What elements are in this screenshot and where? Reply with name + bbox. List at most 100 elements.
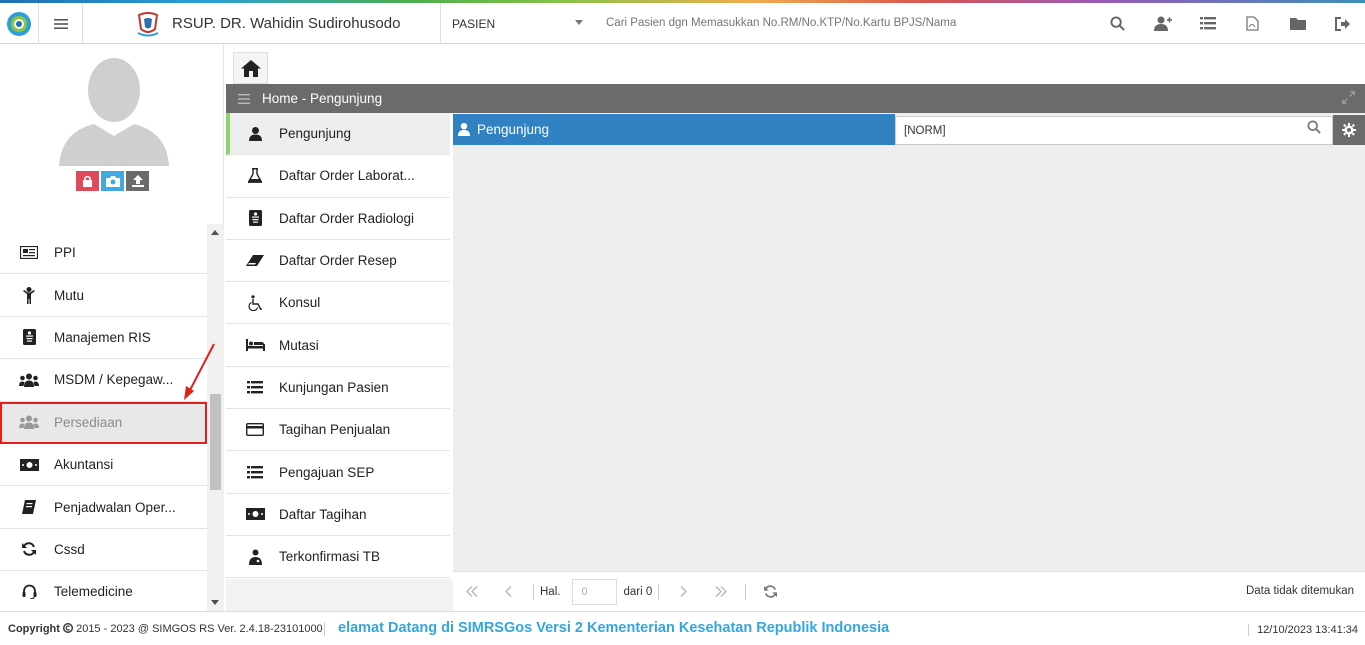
copyright-label: Copyright <box>8 622 60 635</box>
users-icon <box>19 413 39 431</box>
norm-search-input[interactable] <box>895 116 1333 145</box>
menu-toggle-button[interactable] <box>39 3 83 44</box>
lock-icon <box>83 175 92 187</box>
panel-title: Pengunjung <box>477 122 550 137</box>
breadcrumb: Home - Pengunjung <box>226 84 1365 113</box>
page-label: Hal. <box>540 585 561 598</box>
patient-search-input[interactable] <box>606 3 1096 44</box>
sidebar-item-label: Mutu <box>54 287 85 303</box>
sidebar-item-cssd[interactable]: Cssd <box>0 529 207 572</box>
logout-icon <box>1334 16 1350 31</box>
copyright: Copyright 2015 - 2023 @ SIMGOS RS Ver. 2… <box>0 622 323 635</box>
sidebar-item-label: Manajemen RIS <box>54 329 151 345</box>
sidebar-item-ppi[interactable]: PPI <box>0 232 207 275</box>
list-icon <box>245 378 265 396</box>
next-page-button[interactable] <box>665 586 702 597</box>
submenu-item-pengajuan-sep[interactable]: Pengajuan SEP <box>226 451 450 494</box>
app-footer: Copyright 2015 - 2023 @ SIMGOS RS Ver. 2… <box>0 611 1365 645</box>
sidebar-item-telemedicine[interactable]: Telemedicine <box>0 571 207 611</box>
app-logo[interactable] <box>0 3 39 44</box>
sidebar-item-mutu[interactable]: Mutu <box>0 274 207 317</box>
upload-avatar-button[interactable] <box>126 171 149 191</box>
sidebar-item-label: MSDM / Kepegaw... <box>54 372 174 388</box>
norm-search-button[interactable] <box>1307 120 1321 137</box>
logout-button[interactable] <box>1320 3 1365 44</box>
camera-avatar-button[interactable] <box>101 171 124 191</box>
folder-button[interactable] <box>1275 3 1320 44</box>
submenu-item-daftar-tagihan[interactable]: Daftar Tagihan <box>226 494 450 536</box>
simgos-logo-icon <box>7 11 31 36</box>
submenu-item-label: Mutasi <box>279 337 319 353</box>
hospital-name: RSUP. DR. Wahidin Sudirohusodo <box>172 15 401 32</box>
footer-separator <box>324 622 325 636</box>
user-icon <box>458 123 470 136</box>
list-icon <box>245 463 265 481</box>
refresh-icon <box>19 540 39 558</box>
first-page-button[interactable] <box>453 586 490 597</box>
expand-button[interactable] <box>1342 91 1355 107</box>
submenu-toggle-button[interactable] <box>226 93 262 104</box>
pengunjung-submenu: Pengunjung Daftar Order Laborat... Dafta… <box>226 113 450 579</box>
submenu-item-terkonfirmasi-tb[interactable]: Terkonfirmasi TB <box>226 536 450 579</box>
search-icon <box>1307 120 1321 134</box>
submenu-item-label: Pengajuan SEP <box>279 464 375 480</box>
scroll-down-icon[interactable] <box>211 600 219 605</box>
submenu-item-konsul[interactable]: Konsul <box>226 282 450 325</box>
pdf-icon <box>1246 16 1259 31</box>
chevron-right-icon <box>680 586 688 597</box>
refresh-icon <box>764 585 778 598</box>
list-button[interactable] <box>1185 3 1230 44</box>
submenu-item-mutasi[interactable]: Mutasi <box>226 324 450 367</box>
copyright-icon <box>63 622 74 633</box>
submenu-item-label: Konsul <box>279 295 321 311</box>
search-button[interactable] <box>1095 3 1140 44</box>
app-header: RSUP. DR. Wahidin Sudirohusodo PASIEN <box>0 3 1365 44</box>
sidebar-item-msdm[interactable]: MSDM / Kepegaw... <box>0 359 207 402</box>
pager-separator <box>658 583 660 600</box>
page-number-input[interactable] <box>572 578 618 605</box>
submenu-item-pengunjung[interactable]: Pengunjung <box>226 113 450 156</box>
search-icon <box>1110 16 1125 31</box>
scrollbar-thumb[interactable] <box>210 394 221 490</box>
upload-icon <box>131 175 144 187</box>
hamburger-icon <box>53 18 68 29</box>
settings-button[interactable] <box>1333 115 1365 145</box>
sidebar-scrollbar[interactable] <box>207 224 224 611</box>
copyright-text: 2015 - 2023 @ SIMGOS RS Ver. 2.4.18-2310… <box>76 622 323 635</box>
newspaper-icon <box>19 244 39 262</box>
submenu-item-kunjungan-pasien[interactable]: Kunjungan Pasien <box>226 367 450 410</box>
hospital-brand: RSUP. DR. Wahidin Sudirohusodo <box>83 3 441 44</box>
submenu-item-tagihan-penjualan[interactable]: Tagihan Penjualan <box>226 409 450 452</box>
sidebar-menu: PPI Mutu Manajemen RIS MSDM / Kepegaw...… <box>0 232 207 611</box>
submenu-item-order-resep[interactable]: Daftar Order Resep <box>226 240 450 283</box>
double-chevron-right-icon <box>715 586 727 597</box>
refresh-button[interactable] <box>752 585 789 598</box>
sidebar-item-label: Telemedicine <box>54 584 133 600</box>
sidebar-item-persediaan[interactable]: Persediaan <box>0 401 207 444</box>
left-sidebar: PPI Mutu Manajemen RIS MSDM / Kepegaw...… <box>0 44 224 611</box>
last-page-button[interactable] <box>702 586 739 597</box>
submenu-item-order-radiologi[interactable]: Daftar Order Radiologi <box>226 198 450 240</box>
credit-card-icon <box>245 421 265 439</box>
lock-avatar-button[interactable] <box>76 171 99 191</box>
add-patient-button[interactable] <box>1140 3 1185 44</box>
sidebar-item-manajemen-ris[interactable]: Manajemen RIS <box>0 317 207 360</box>
prev-page-button[interactable] <box>490 586 527 597</box>
sidebar-item-akuntansi[interactable]: Akuntansi <box>0 444 207 487</box>
xray-icon <box>19 328 39 346</box>
expand-icon <box>1342 91 1355 104</box>
annotation-arrow <box>184 343 215 400</box>
pengunjung-panel-header: Pengunjung <box>453 114 895 145</box>
pager-separator <box>745 583 747 600</box>
submenu-item-order-lab[interactable]: Daftar Order Laborat... <box>226 155 450 198</box>
pdf-button[interactable] <box>1230 3 1275 44</box>
sidebar-item-penjadwalan-operasi[interactable]: Penjadwalan Oper... <box>0 486 207 529</box>
home-button[interactable] <box>233 52 268 84</box>
book-icon <box>19 498 39 516</box>
patient-type-select[interactable]: PASIEN <box>441 3 593 44</box>
content-area <box>453 113 1365 571</box>
breadcrumb-text: Home - Pengunjung <box>262 91 383 106</box>
scroll-up-icon[interactable] <box>211 230 219 235</box>
sidebar-item-label: Akuntansi <box>54 457 114 473</box>
eraser-icon <box>245 252 265 270</box>
